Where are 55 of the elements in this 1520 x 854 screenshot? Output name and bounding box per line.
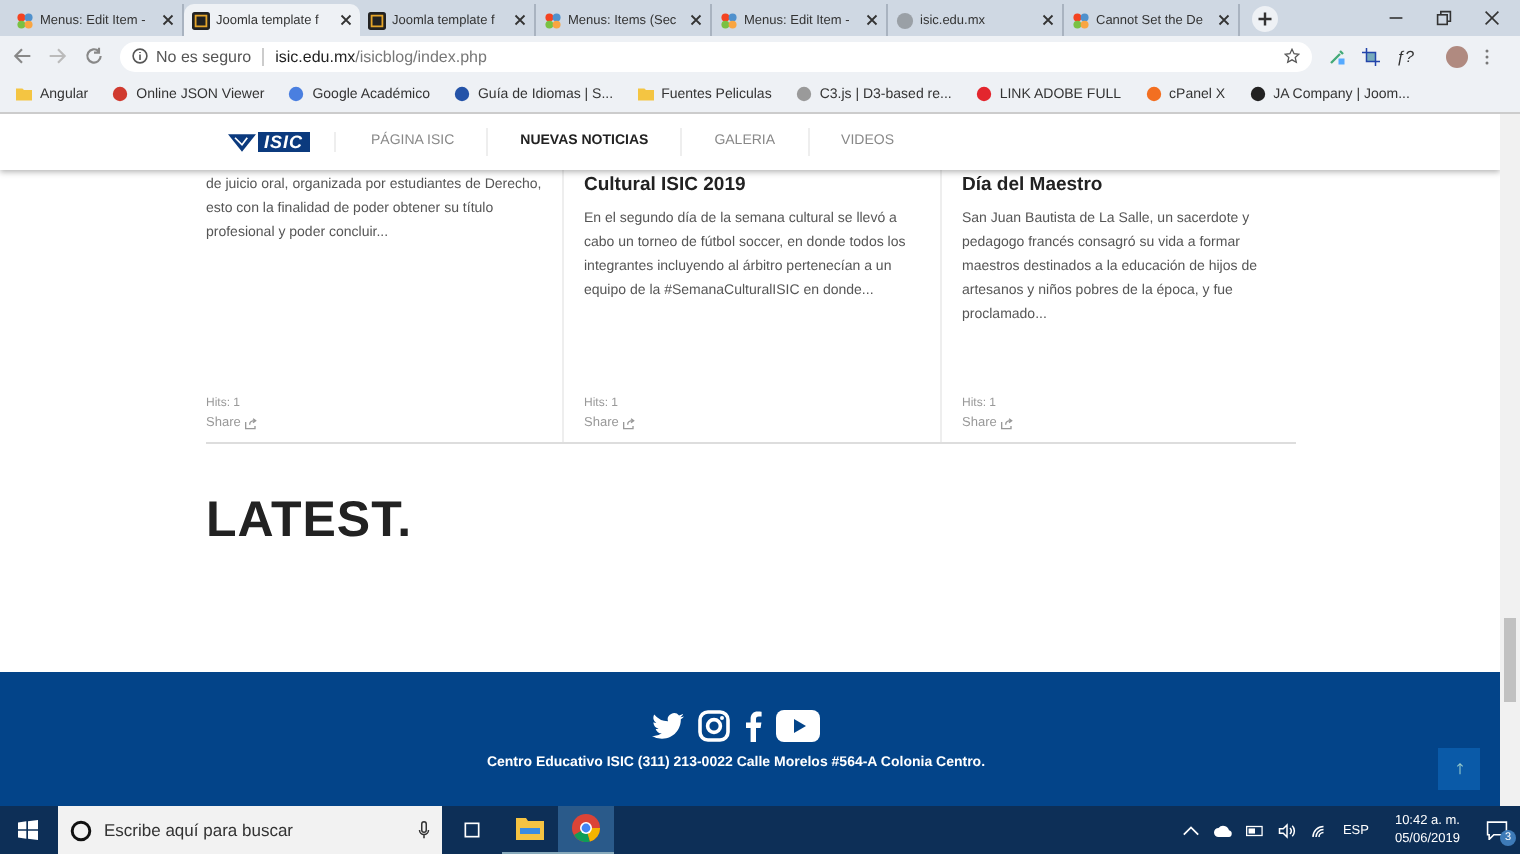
share-icon[interactable] (1000, 417, 1015, 429)
avatar-icon[interactable] (1445, 45, 1468, 67)
new-tab-icon[interactable] (1252, 6, 1278, 32)
facebook-icon[interactable] (744, 709, 762, 741)
close-icon[interactable] (514, 14, 526, 26)
twitter-icon[interactable] (652, 709, 684, 741)
section-heading: LATEST. (206, 492, 415, 548)
battery-icon[interactable] (1246, 821, 1265, 839)
star-icon[interactable] (1284, 48, 1300, 64)
menu-icon[interactable] (1483, 47, 1490, 65)
address-bar[interactable]: No es seguro isic.edu.mx/isicblog/index.php (120, 41, 1312, 71)
article-title[interactable]: Cultural ISIC 2019 (584, 174, 920, 196)
notification-icon[interactable] (1486, 820, 1508, 840)
url-text: isic.edu.mx/isicblog/index.php (275, 47, 487, 65)
template-logo-icon (192, 11, 210, 29)
close-icon[interactable] (162, 14, 174, 26)
wifi-icon[interactable] (1310, 821, 1329, 839)
joomla-logo-icon (544, 11, 562, 29)
globe-icon (896, 11, 914, 29)
security-label: No es seguro (156, 47, 264, 65)
instagram-icon[interactable] (698, 709, 730, 741)
shield-icon (228, 133, 256, 151)
microphone-icon[interactable] (418, 820, 430, 840)
close-icon[interactable] (690, 14, 702, 26)
close-icon[interactable] (340, 14, 352, 26)
speaker-icon[interactable] (1278, 821, 1297, 839)
eyedropper-icon[interactable] (1328, 47, 1346, 65)
close-icon[interactable] (866, 14, 878, 26)
windows-start-icon[interactable] (18, 820, 38, 840)
back-icon[interactable] (12, 46, 32, 66)
article-title[interactable]: Día del Maestro (962, 174, 1276, 196)
close-icon[interactable] (1218, 14, 1230, 26)
share-icon[interactable] (622, 417, 637, 429)
close-icon[interactable] (1042, 14, 1054, 26)
chrome-icon[interactable] (558, 804, 614, 854)
joomla-logo-icon (1072, 11, 1090, 29)
info-icon (132, 48, 148, 64)
cloud-icon[interactable] (1214, 821, 1233, 839)
circle-icon (70, 819, 92, 841)
extension-button[interactable]: ƒ? (1396, 47, 1414, 65)
arrow-up-icon[interactable] (1455, 762, 1463, 776)
reload-icon[interactable] (84, 46, 104, 66)
close-icon[interactable] (1484, 10, 1500, 26)
logo[interactable]: ISIC (228, 132, 336, 152)
youtube-icon[interactable] (776, 709, 820, 741)
template-logo-icon (368, 11, 386, 29)
chevron-up-icon[interactable] (1182, 821, 1201, 839)
joomla-logo-icon (16, 11, 34, 29)
restore-icon[interactable] (1436, 10, 1452, 26)
joomla-logo-icon (720, 11, 738, 29)
share-icon[interactable] (244, 417, 259, 429)
search-input[interactable]: Escribe aquí para buscar (100, 818, 410, 842)
scrollbar[interactable] (1500, 114, 1520, 806)
crop-icon[interactable] (1362, 47, 1380, 65)
taskbar-search-field[interactable]: Escribe aquí para buscar (58, 806, 442, 854)
